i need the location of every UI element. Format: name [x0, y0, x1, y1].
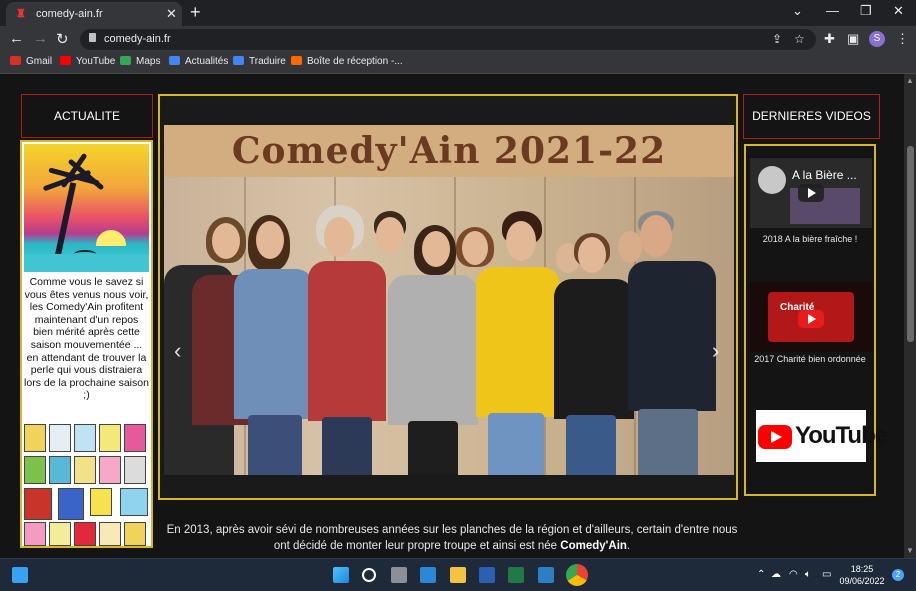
- bookmark-inbox[interactable]: Boîte de réception -...: [291, 56, 403, 67]
- video-thumbnail[interactable]: Charité: [750, 282, 872, 352]
- bookmark-youtube[interactable]: YouTube: [60, 56, 115, 67]
- actualite-panel: Comme vous le savez si vous êtes venus n…: [20, 140, 153, 548]
- profile-avatar[interactable]: S: [869, 31, 885, 47]
- system-clock[interactable]: 18:25 09/06/2022: [838, 563, 886, 587]
- volume-icon[interactable]: 🔈︎: [805, 569, 811, 580]
- actualite-heading: ACTUALITE: [21, 94, 153, 138]
- forward-button[interactable]: →: [33, 30, 48, 47]
- onedrive-icon[interactable]: ☁: [771, 569, 781, 580]
- word-icon[interactable]: [479, 567, 495, 583]
- notification-badge[interactable]: 2: [892, 569, 904, 581]
- url-text: comedy-ain.fr: [104, 33, 171, 45]
- channel-avatar: [758, 166, 786, 194]
- youtube-icon: [60, 56, 71, 65]
- tab-search-icon[interactable]: ⌄: [792, 3, 803, 19]
- page-scrollbar[interactable]: ▲ ▼: [904, 74, 916, 558]
- play-icon: [798, 184, 824, 202]
- gmail-icon: [10, 56, 21, 65]
- browser-toolbar: ← → ↻ comedy-ain.fr ⇪ ☆ ✚ ▣ S ⋮: [0, 26, 916, 52]
- browser-titlebar: ♜ comedy-ain.fr ✕ + ⌄ — ❐ ✕: [0, 0, 916, 26]
- video-title[interactable]: 2018 A la bière fraîche !: [746, 234, 874, 244]
- site-favicon-icon: ♜: [16, 8, 26, 20]
- intro-paragraph: En 2013, après avoir sévi de nombreuses …: [166, 524, 738, 552]
- wifi-icon[interactable]: ◠: [789, 569, 798, 580]
- sunset-palm-image: [24, 144, 149, 272]
- browser-tab[interactable]: ♜ comedy-ain.fr ✕: [6, 2, 182, 26]
- file-explorer-icon[interactable]: [450, 567, 466, 583]
- menu-icon[interactable]: ⋮: [896, 31, 909, 47]
- scroll-thumb[interactable]: [907, 146, 914, 342]
- bookmark-gmail[interactable]: Gmail: [10, 56, 52, 67]
- search-icon[interactable]: [362, 568, 376, 582]
- minimize-button[interactable]: —: [826, 3, 839, 18]
- youtube-logo-icon: [758, 425, 792, 449]
- reload-button[interactable]: ↻: [56, 30, 69, 48]
- slideshow-prev-arrow[interactable]: ‹: [174, 338, 181, 364]
- brand-name: Comedy'Ain: [560, 540, 627, 552]
- troupe-photo-slide: Comedy'Ain 2021-22 ‹ ›: [164, 125, 734, 475]
- store-icon[interactable]: [420, 567, 436, 583]
- bookmark-actualites[interactable]: Actualités: [169, 56, 228, 67]
- actualite-text: Comme vous le savez si vous êtes venus n…: [24, 276, 149, 402]
- battery-icon[interactable]: ▭: [822, 569, 831, 580]
- windows-taskbar: ⌃ ☁ ◠ 🔈︎ ▭ 18:25 09/06/2022 2: [0, 558, 916, 591]
- task-view-icon[interactable]: [391, 567, 407, 583]
- bookmarks-bar: Gmail YouTube Maps Actualités Traduire B…: [0, 52, 916, 74]
- tray-chevron-icon[interactable]: ⌃: [757, 569, 765, 580]
- address-bar[interactable]: comedy-ain.fr ⇪ ☆: [80, 29, 816, 50]
- tab-title: comedy-ain.fr: [36, 8, 103, 20]
- close-tab-icon[interactable]: ✕: [166, 6, 177, 22]
- videos-heading: DERNIERES VIDEOS: [743, 94, 880, 139]
- extensions-icon[interactable]: ✚: [824, 31, 835, 47]
- videos-panel: A la Bière ... 2018 A la bière fraîche !…: [744, 144, 888, 496]
- side-panel-icon[interactable]: ▣: [847, 31, 859, 47]
- start-icon[interactable]: [333, 567, 349, 583]
- scroll-up-icon[interactable]: ▲: [906, 76, 914, 85]
- video-title[interactable]: 2017 Charité bien ordonnée: [746, 354, 874, 364]
- lock-icon: [89, 33, 96, 42]
- video-thumbnail[interactable]: A la Bière ...: [750, 158, 872, 228]
- bookmark-star-icon[interactable]: ☆: [794, 32, 805, 46]
- maps-icon: [120, 56, 131, 65]
- youtube-play-icon: [798, 310, 824, 328]
- web-page: ACTUALITE Comme vous le savez si vous êt…: [0, 74, 904, 558]
- close-window-button[interactable]: ✕: [893, 3, 904, 19]
- bookmark-traduire[interactable]: Traduire: [233, 56, 286, 67]
- slide-title: Comedy'Ain 2021-22: [231, 130, 667, 172]
- photos-icon[interactable]: [538, 567, 554, 583]
- youtube-logo[interactable]: YouTube: [756, 410, 888, 462]
- widgets-icon[interactable]: [12, 567, 28, 583]
- bookmark-maps[interactable]: Maps: [120, 56, 160, 67]
- excel-icon[interactable]: [508, 567, 524, 583]
- slideshow-next-arrow[interactable]: ›: [712, 338, 719, 364]
- back-button[interactable]: ←: [9, 30, 24, 47]
- translate-icon: [233, 56, 244, 65]
- mail-icon: [291, 56, 302, 65]
- share-icon[interactable]: ⇪: [772, 32, 782, 46]
- poster-collage-image: [24, 424, 149, 546]
- new-tab-button[interactable]: +: [190, 2, 201, 23]
- maximize-button[interactable]: ❐: [860, 3, 872, 19]
- chrome-icon[interactable]: [566, 564, 588, 586]
- news-icon: [169, 56, 180, 65]
- scroll-down-icon[interactable]: ▼: [906, 546, 914, 555]
